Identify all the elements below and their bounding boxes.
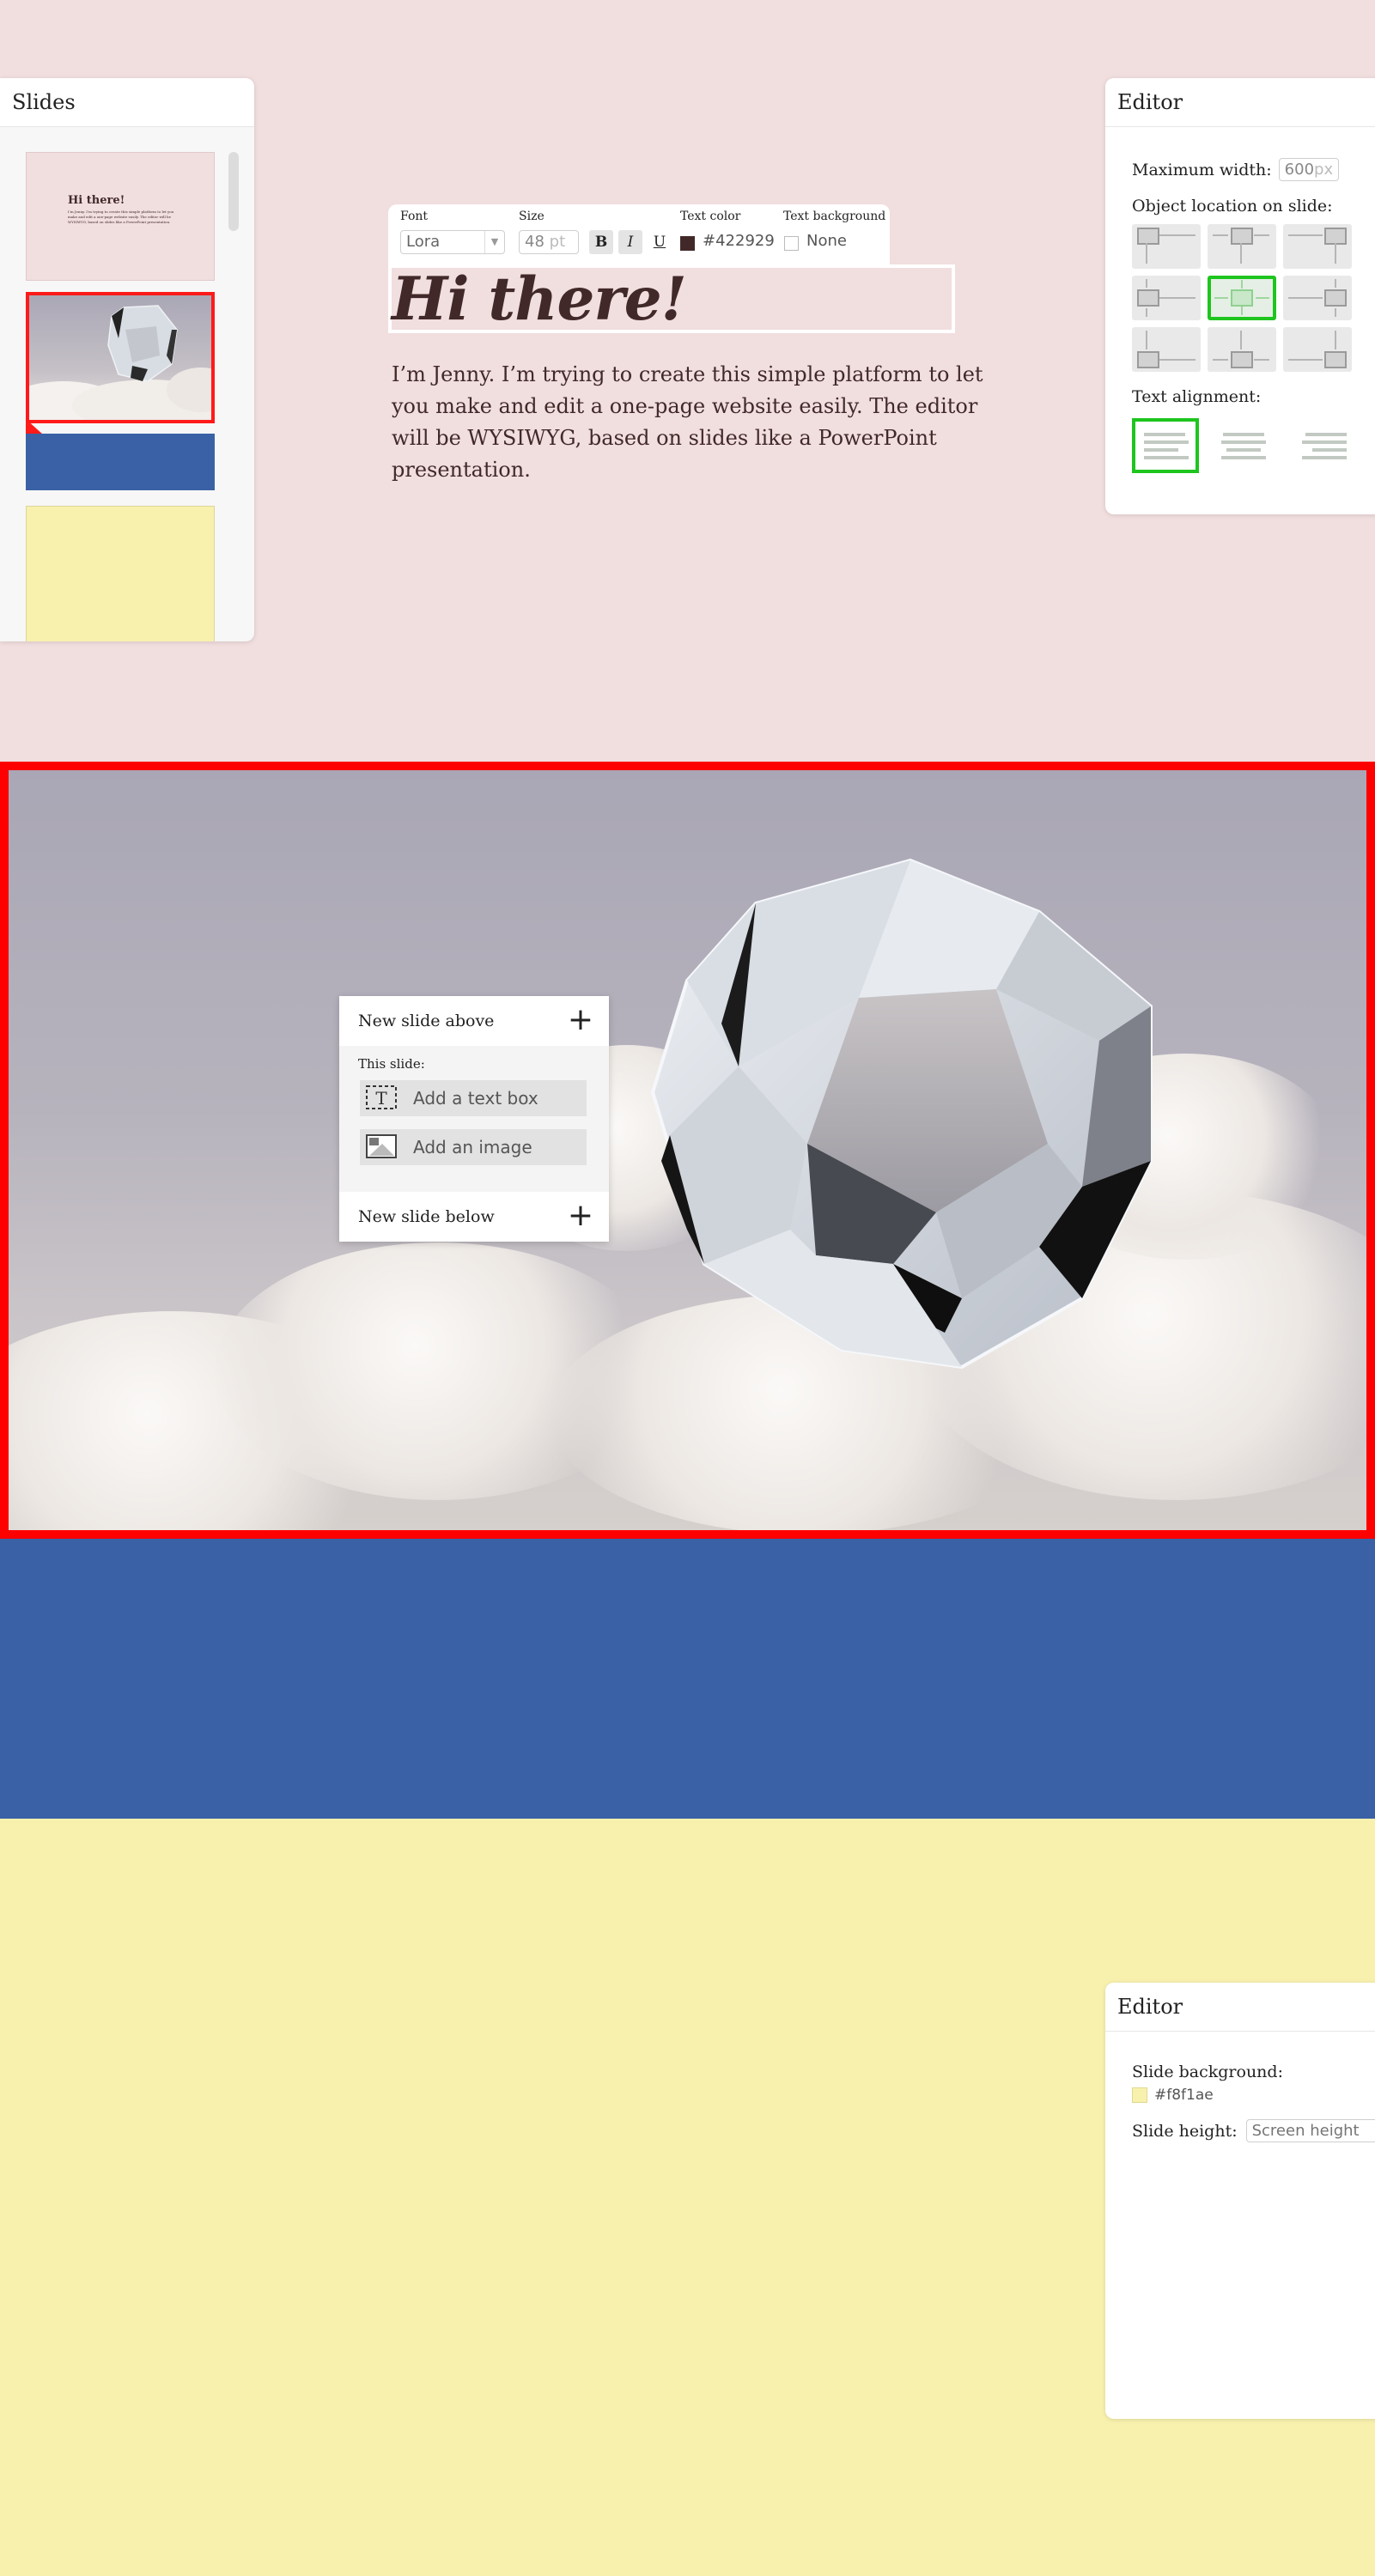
location-center[interactable] <box>1208 276 1276 320</box>
alignment-label: Text alignment: <box>1132 387 1262 406</box>
max-width-unit: px <box>1314 161 1334 179</box>
editor-title: Editor <box>1105 78 1375 127</box>
thumb-body: I’m Jenny. I’m trying to create this sim… <box>68 210 174 224</box>
editor-panel-slide: Editor Slide background: #f8f1ae Slide h… <box>1105 1983 1375 2419</box>
max-width-value: 600 <box>1284 161 1315 179</box>
background-color-swatch[interactable] <box>1132 2087 1147 2103</box>
max-width-row: Maximum width: 600px <box>1132 158 1375 181</box>
size-value: 48 <box>525 233 545 251</box>
align-right-button[interactable] <box>1288 418 1355 473</box>
location-bottom-center[interactable] <box>1208 327 1276 372</box>
editor-title: Editor <box>1105 1983 1375 2032</box>
size-input[interactable]: 48 pt <box>519 230 579 254</box>
image-placeholder-icon <box>1324 289 1347 307</box>
add-text-box-button[interactable]: T Add a text box <box>360 1080 587 1116</box>
location-bottom-right[interactable] <box>1283 327 1352 372</box>
alignment-options <box>1132 418 1355 473</box>
crystal-dodecahedron-image <box>650 858 1153 1370</box>
editor-panel-object: Editor Maximum width: 600px Object locat… <box>1105 78 1375 514</box>
page-heading[interactable]: Hi there! <box>392 266 687 333</box>
size-unit: pt <box>549 233 566 251</box>
slides-scrollbar[interactable] <box>228 152 239 231</box>
underline-button[interactable]: U <box>648 230 672 254</box>
location-top-center[interactable] <box>1208 224 1276 269</box>
font-label: Font <box>400 210 429 223</box>
thumb-heading: Hi there! <box>68 194 125 207</box>
italic-button[interactable]: I <box>618 230 642 254</box>
size-label: Size <box>519 210 545 223</box>
new-slide-below-button[interactable]: New slide below + <box>339 1192 609 1242</box>
new-slide-below-label: New slide below <box>358 1207 495 1226</box>
bold-button[interactable]: B <box>589 230 613 254</box>
plus-icon: + <box>567 1198 593 1233</box>
slides-panel: Slides Hi there! I’m Jenny. I’m trying t… <box>0 78 254 641</box>
slide-context-menu: New slide above + This slide: T Add a te… <box>339 996 609 1242</box>
image-placeholder-icon <box>1137 289 1159 307</box>
align-center-button[interactable] <box>1210 418 1277 473</box>
slide-height-input[interactable] <box>1245 2119 1375 2142</box>
text-color-label: Text color <box>680 210 741 223</box>
new-slide-above-button[interactable]: New slide above + <box>339 996 609 1046</box>
this-slide-label: This slide: <box>358 1056 425 1072</box>
location-bottom-left[interactable] <box>1132 327 1201 372</box>
slide-thumb-4[interactable] <box>26 506 215 641</box>
text-toolbar: Font Lora ▼ Size 48 pt B I U Text color … <box>388 204 890 264</box>
align-left-button[interactable] <box>1132 418 1199 473</box>
intro-paragraph[interactable]: I’m Jenny. I’m trying to create this sim… <box>392 359 1010 486</box>
slide-thumb-3[interactable] <box>26 434 215 490</box>
image-placeholder-icon <box>1137 228 1159 245</box>
slide-background-label: Slide background: <box>1132 2063 1283 2081</box>
dropdown-arrow-icon: ▼ <box>484 231 504 253</box>
max-width-input[interactable]: 600px <box>1278 158 1340 181</box>
slide-2[interactable] <box>0 762 1375 1569</box>
location-middle-left[interactable] <box>1132 276 1201 320</box>
text-color-swatch[interactable] <box>680 236 695 251</box>
plus-icon: + <box>567 1002 593 1037</box>
background-color-value[interactable]: #f8f1ae <box>1154 2087 1214 2104</box>
slide-background-row[interactable]: #f8f1ae <box>1132 2087 1375 2104</box>
slide-thumb-1[interactable]: Hi there! I’m Jenny. I’m trying to creat… <box>26 152 215 281</box>
image-placeholder-icon <box>1324 228 1347 245</box>
slide-thumb-2[interactable] <box>26 292 215 423</box>
font-select[interactable]: Lora ▼ <box>400 230 505 254</box>
new-slide-above-label: New slide above <box>358 1012 495 1030</box>
text-color-value[interactable]: #422929 <box>703 232 775 250</box>
slide-3[interactable] <box>0 1539 1375 1819</box>
image-icon <box>366 1134 397 1158</box>
location-middle-right[interactable] <box>1283 276 1352 320</box>
thumb-crystal-image <box>29 305 211 420</box>
image-placeholder-icon <box>1231 289 1253 307</box>
location-top-left[interactable] <box>1132 224 1201 269</box>
max-width-label: Maximum width: <box>1132 160 1272 179</box>
image-placeholder-icon <box>1231 228 1253 245</box>
location-label: Object location on slide: <box>1132 197 1333 216</box>
text-bg-swatch[interactable] <box>784 236 799 251</box>
font-value: Lora <box>406 233 441 251</box>
location-top-right[interactable] <box>1283 224 1352 269</box>
image-placeholder-icon <box>1137 351 1159 368</box>
add-text-box-label: Add a text box <box>413 1088 538 1109</box>
text-box-icon: T <box>366 1085 397 1109</box>
svg-text:T: T <box>375 1088 387 1109</box>
location-grid <box>1132 224 1375 372</box>
image-placeholder-icon <box>1324 351 1347 368</box>
slides-panel-title: Slides <box>0 78 254 127</box>
slide-height-label: Slide height: <box>1132 2121 1238 2141</box>
image-placeholder-icon <box>1231 351 1253 368</box>
add-image-button[interactable]: Add an image <box>360 1129 587 1165</box>
add-image-label: Add an image <box>413 1137 532 1157</box>
text-bg-label: Text background <box>783 210 886 223</box>
slide-height-row: Slide height: <box>1132 2119 1375 2142</box>
text-bg-value[interactable]: None <box>806 232 847 250</box>
